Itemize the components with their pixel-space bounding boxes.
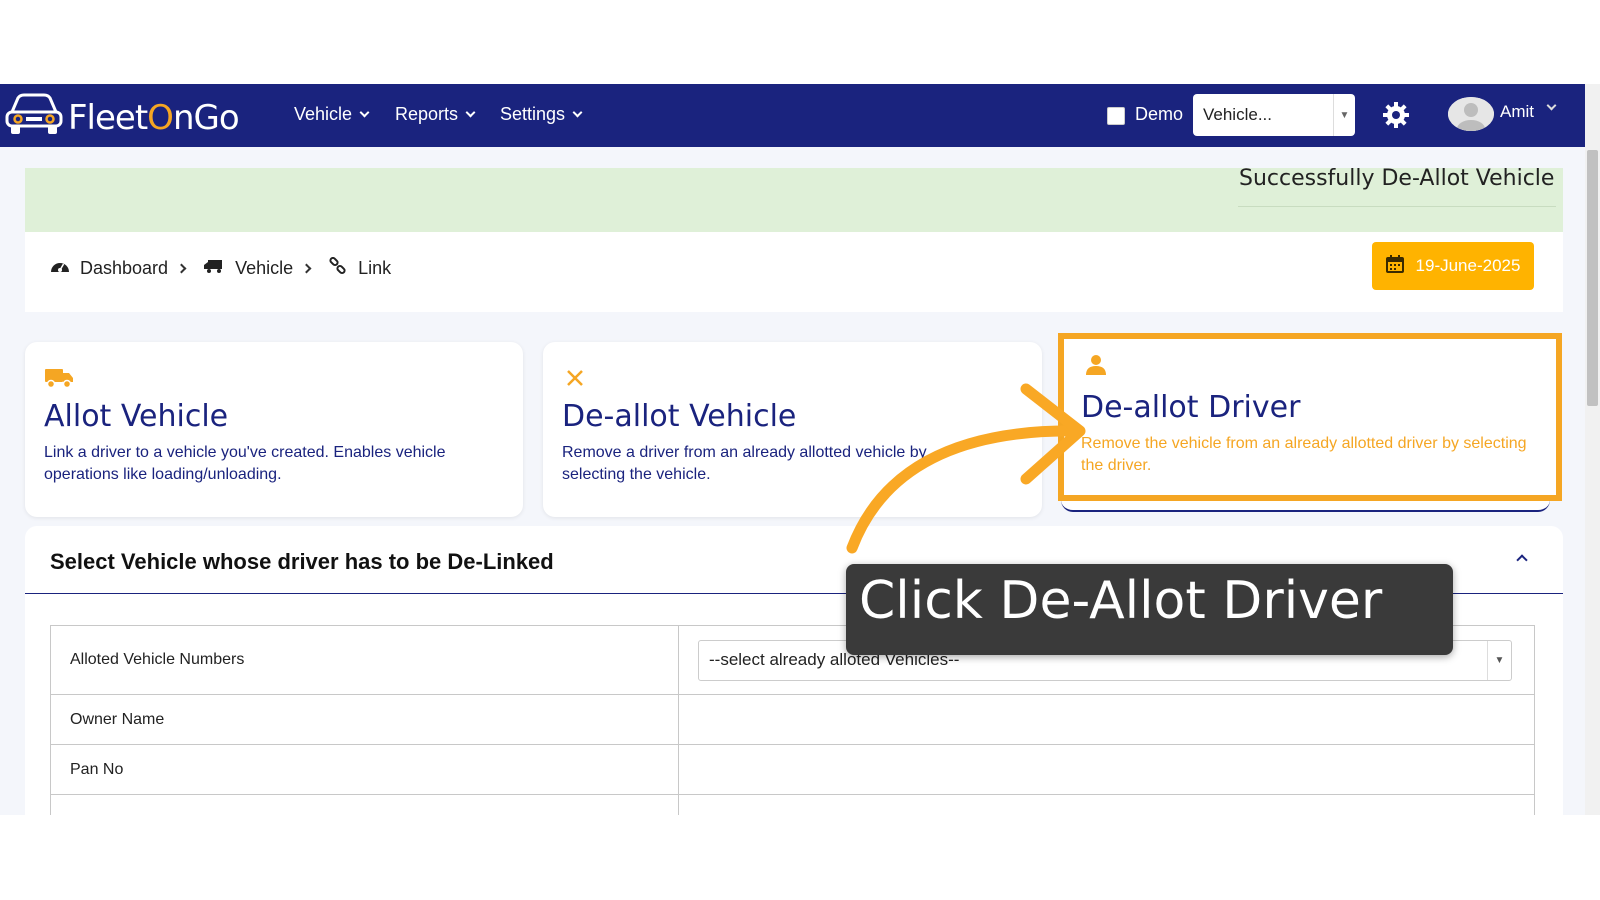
chevron-down-icon: [465, 107, 476, 118]
card-title: De-allot Driver: [1081, 390, 1301, 425]
table-row: [50, 794, 1535, 815]
section-title: Select Vehicle whose driver has to be De…: [50, 549, 554, 574]
date-button[interactable]: 19-June-2025: [1372, 242, 1534, 290]
alert-message: Successfully De-Allot Vehicle: [1239, 166, 1555, 191]
card-title: De-allot Vehicle: [562, 399, 797, 434]
card-deallot-vehicle[interactable]: De-allot Vehicle Remove a driver from an…: [543, 342, 1042, 517]
card-allot-vehicle[interactable]: Allot Vehicle Link a driver to a vehicle…: [25, 342, 523, 517]
avatar[interactable]: [1448, 97, 1494, 131]
app-stage: FleetOnGo Vehicle Reports Settings Demo …: [0, 84, 1600, 815]
nav-settings-menu[interactable]: Settings: [500, 104, 583, 125]
card-deallot-driver[interactable]: De-allot Driver Remove the vehicle from …: [1058, 333, 1562, 501]
table-row: Pan No: [50, 744, 1535, 795]
table-row: Owner Name: [50, 694, 1535, 745]
row-value: [678, 794, 1535, 815]
chevron-down-icon: [572, 107, 583, 118]
breadcrumb-link: Link: [358, 258, 392, 278]
page-scrollbar[interactable]: [1585, 84, 1600, 815]
top-navbar: FleetOnGo Vehicle Reports Settings Demo …: [0, 84, 1585, 147]
truck-icon: [203, 258, 225, 279]
row-label: Owner Name: [50, 694, 679, 745]
tooltip-text: Click De-Allot Driver: [859, 571, 1383, 631]
dropdown-arrow-icon: ▼: [1487, 640, 1511, 680]
scrollbar-thumb[interactable]: [1587, 150, 1598, 406]
chevron-down-icon: [359, 107, 370, 118]
row-label: [50, 794, 679, 815]
row-label: Pan No: [50, 744, 679, 795]
dashboard-icon: [50, 258, 70, 279]
dropdown-arrow-icon: ▼: [1333, 94, 1355, 136]
card-title: Allot Vehicle: [44, 399, 229, 434]
user-icon: [1085, 354, 1107, 381]
user-name[interactable]: Amit: [1500, 102, 1534, 122]
alert-divider: [1238, 206, 1556, 207]
vehicle-select-value: Vehicle...: [1203, 105, 1272, 124]
breadcrumb-vehicle[interactable]: Vehicle: [235, 258, 293, 279]
card-description: Link a driver to a vehicle you've create…: [44, 444, 446, 483]
nav-vehicle-menu[interactable]: Vehicle: [294, 104, 370, 125]
calendar-icon: [1385, 254, 1404, 278]
link-icon: [328, 256, 348, 280]
chevron-right-icon: [176, 263, 187, 274]
nav-vehicle-label: Vehicle: [294, 104, 353, 124]
date-label: 19-June-2025: [1415, 256, 1521, 275]
gear-icon[interactable]: [1382, 101, 1410, 134]
nav-reports-label: Reports: [395, 104, 459, 124]
logo[interactable]: FleetOnGo: [4, 92, 240, 143]
logo-text: FleetOnGo: [68, 97, 240, 138]
vehicle-select[interactable]: Vehicle... ▼: [1193, 94, 1355, 136]
breadcrumb: Dashboard Vehicle Link: [50, 256, 392, 280]
row-value: [678, 694, 1535, 745]
card-description: Remove a driver from an already allotted…: [562, 444, 927, 483]
truck-icon: [44, 367, 74, 394]
card-description: Remove the vehicle from an already allot…: [1081, 435, 1527, 474]
demo-checkbox[interactable]: [1107, 107, 1125, 125]
demo-label: Demo: [1135, 104, 1184, 124]
nav-settings-label: Settings: [500, 104, 566, 124]
row-value: [678, 744, 1535, 795]
chevron-down-icon[interactable]: [1546, 100, 1557, 111]
close-icon: [565, 368, 585, 393]
row-label: Alloted Vehicle Numbers: [50, 625, 679, 695]
nav-reports-menu[interactable]: Reports: [395, 104, 476, 125]
car-logo-icon: [4, 92, 64, 143]
breadcrumb-dashboard[interactable]: Dashboard: [80, 258, 168, 279]
chevron-right-icon: [301, 263, 312, 274]
